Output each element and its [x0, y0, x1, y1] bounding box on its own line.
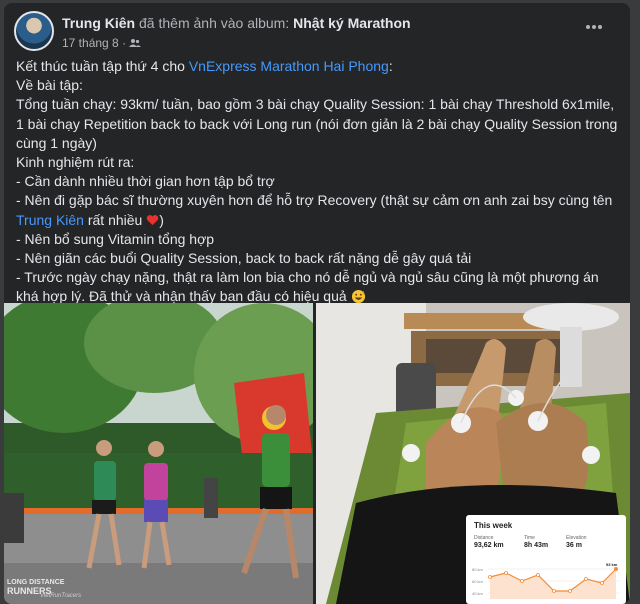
recovery-photo[interactable]: This week Distance 93,62 km Time 8h 43m …: [316, 303, 630, 604]
post-line-6: - Nên đi gặp bác sĩ thường xuyên hơn để …: [16, 192, 613, 228]
vnexpress-marathon-link[interactable]: VnExpress Marathon Hai Phong: [189, 58, 389, 74]
post-line-9: - Trước ngày chạy nặng, thật ra làm lon …: [16, 269, 599, 305]
post-line-7: - Nên bổ sung Vitamin tổng hợp: [16, 230, 215, 247]
mentioned-user-link[interactable]: Trung Kiên: [16, 212, 84, 228]
weekly-distance-mini-chart: 80 km 60 km 40 km 93 km: [472, 562, 620, 599]
post-action-text: đã thêm ảnh vào album:: [139, 15, 290, 31]
album-link[interactable]: Nhật ký Marathon: [293, 15, 410, 31]
race-photo[interactable]: LONG DISTANCE RUNNERS VietRunTracers: [4, 303, 313, 604]
post-line-3: Tổng tuần chạy: 93km/ tuần, bao gồm 3 bà…: [16, 96, 618, 151]
strava-weekly-stats: This week Distance 93,62 km Time 8h 43m …: [466, 515, 626, 604]
red-heart-emoji: [146, 214, 159, 225]
stat-time: Time 8h 43m: [524, 535, 549, 549]
post-line-4: Kinh nghiệm rút ra:: [16, 154, 135, 171]
post-card: Trung Kiên đã thêm ảnh vào album: Nhật k…: [4, 3, 630, 604]
more-options-icon[interactable]: [580, 15, 608, 39]
post-body: Kết thúc tuần tập thứ 4 cho VnExpress Ma…: [16, 57, 622, 307]
meta-separator: ·: [122, 36, 127, 50]
post-line-1: Kết thúc tuần tập thứ 4 cho VnExpress Ma…: [16, 58, 393, 74]
post-title-line: Trung Kiên đã thêm ảnh vào album: Nhật k…: [62, 15, 411, 31]
peak-label: 93 km: [606, 562, 618, 567]
post-line-8: - Nên giãn các buổi Quality Session, bac…: [16, 250, 472, 267]
post-line-5: - Cần dành nhiều thời gian hơn tập bổ tr…: [16, 173, 275, 190]
post-meta: 17 tháng 8 ·: [62, 36, 142, 50]
author-name-link[interactable]: Trung Kiên: [62, 15, 135, 31]
post-header: Trung Kiên đã thêm ảnh vào album: Nhật k…: [14, 9, 614, 53]
race-photo-illustration: [4, 303, 313, 604]
author-avatar[interactable]: [14, 11, 54, 51]
stat-distance: Distance 93,62 km: [474, 535, 504, 549]
y-tick-1: 80 km: [472, 567, 484, 572]
post-line-2: Về bài tập:: [16, 77, 83, 94]
stats-title: This week: [474, 521, 513, 530]
photo-grid: LONG DISTANCE RUNNERS VietRunTracers Thi…: [4, 303, 630, 604]
friends-icon[interactable]: [129, 38, 142, 48]
stat-elevation: Elevation 36 m: [566, 535, 587, 549]
race-photo-watermark-small: VietRunTracers: [40, 593, 82, 599]
y-tick-3: 40 km: [472, 591, 484, 596]
post-date-link[interactable]: 17 tháng 8: [62, 36, 119, 50]
y-tick-2: 60 km: [472, 579, 484, 584]
